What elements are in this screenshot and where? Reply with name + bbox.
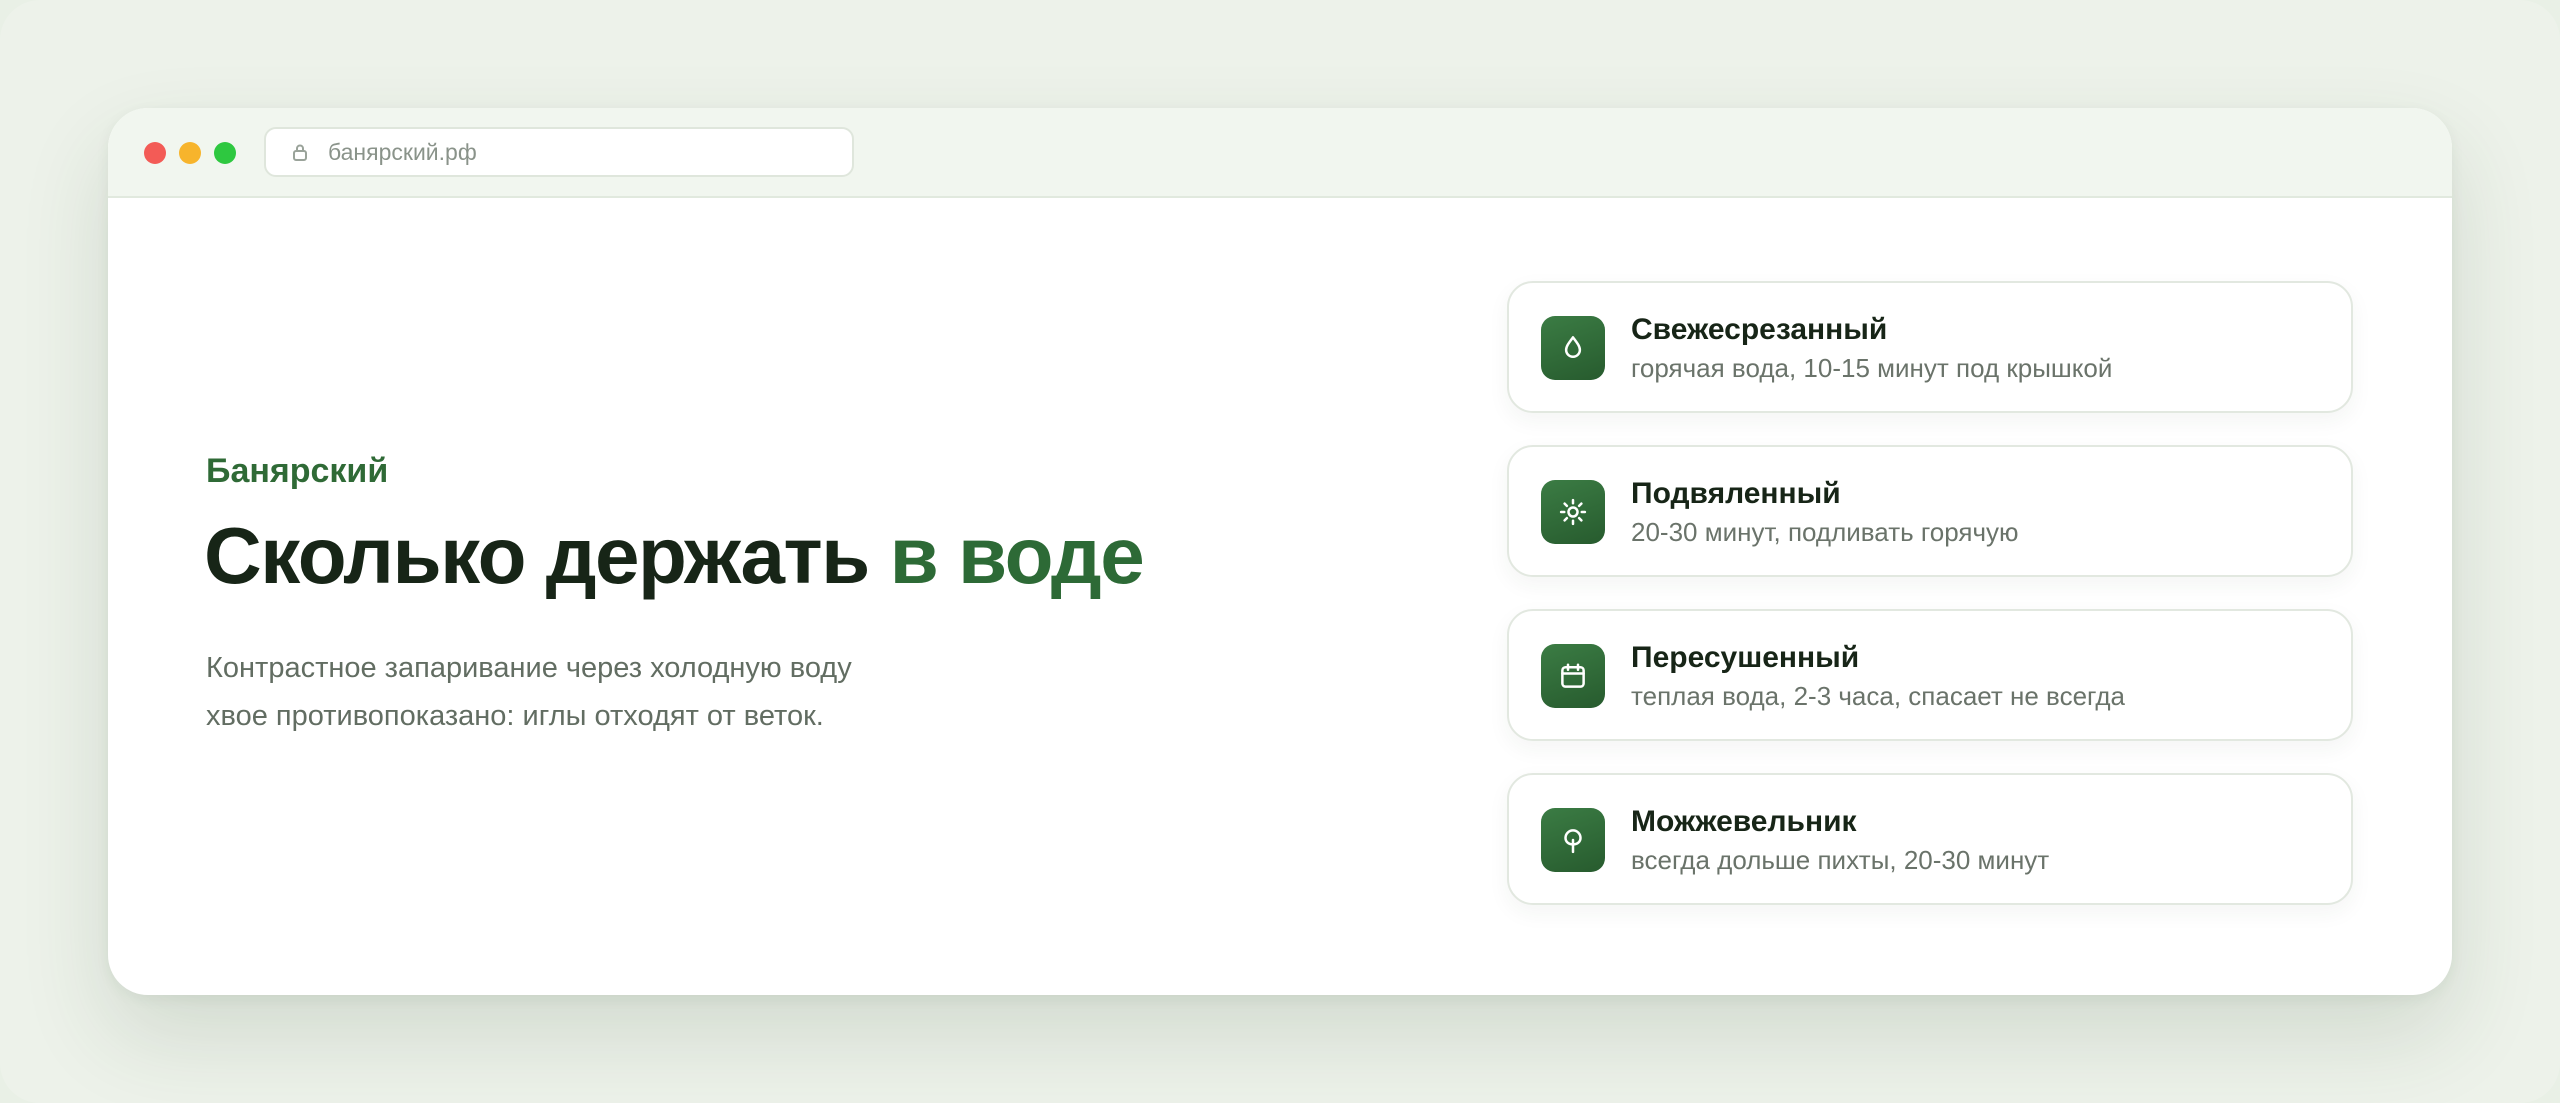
lock-icon xyxy=(290,142,310,162)
info-card-list: Свежесрезанный горячая вода, 10-15 минут… xyxy=(1507,281,2353,937)
water-drop-icon xyxy=(1541,316,1605,380)
calendar-icon xyxy=(1541,644,1605,708)
card-title: Свежесрезанный xyxy=(1631,313,1888,346)
card-subtitle: горячая вода, 10-15 минут под крышкой xyxy=(1631,353,2113,383)
minimize-window-button[interactable] xyxy=(179,142,201,164)
browser-window: банярский.рф Банярский Сколько держать в… xyxy=(108,108,2452,995)
info-card-juniper: Можжевельник всегда дольше пихты, 20-30 … xyxy=(1507,773,2353,905)
lead-paragraph: Контрастное запаривание через холодную в… xyxy=(206,644,966,740)
card-title: Пересушенный xyxy=(1631,641,1860,674)
browser-titlebar: банярский.рф xyxy=(108,108,2452,198)
info-card-overdried: Пересушенный теплая вода, 2-3 часа, спас… xyxy=(1507,609,2353,741)
card-subtitle: теплая вода, 2-3 часа, спасает не всегда xyxy=(1631,681,2125,711)
address-text: банярский.рф xyxy=(328,138,477,165)
info-card-wilted: Подвяленный 20-30 минут, подливать горяч… xyxy=(1507,445,2353,577)
lead-line-1: Контрастное запаривание через холодную в… xyxy=(206,652,852,684)
maximize-window-button[interactable] xyxy=(214,142,236,164)
brand-eyebrow: Банярский xyxy=(206,452,389,490)
page-title: Сколько держать в воде xyxy=(204,511,1145,600)
info-card-fresh-cut: Свежесрезанный горячая вода, 10-15 минут… xyxy=(1507,281,2353,413)
close-window-button[interactable] xyxy=(144,142,166,164)
card-title: Подвяленный xyxy=(1631,477,1841,510)
card-subtitle: 20-30 минут, подливать горячую xyxy=(1631,517,2019,547)
tree-icon xyxy=(1541,808,1605,872)
title-accent: в воде xyxy=(889,511,1145,600)
card-subtitle: всегда дольше пихты, 20-30 минут xyxy=(1631,845,2050,875)
lead-line-2: хвое противопоказано: иглы отходят от ве… xyxy=(206,700,824,732)
sun-icon xyxy=(1541,480,1605,544)
page-content: Банярский Сколько держать в воде Контрас… xyxy=(108,198,2452,995)
page-background: банярский.рф Банярский Сколько держать в… xyxy=(0,0,2560,1103)
title-main: Сколько держать xyxy=(204,511,890,600)
card-title: Можжевельник xyxy=(1631,805,1857,838)
address-bar[interactable]: банярский.рф xyxy=(264,127,854,177)
